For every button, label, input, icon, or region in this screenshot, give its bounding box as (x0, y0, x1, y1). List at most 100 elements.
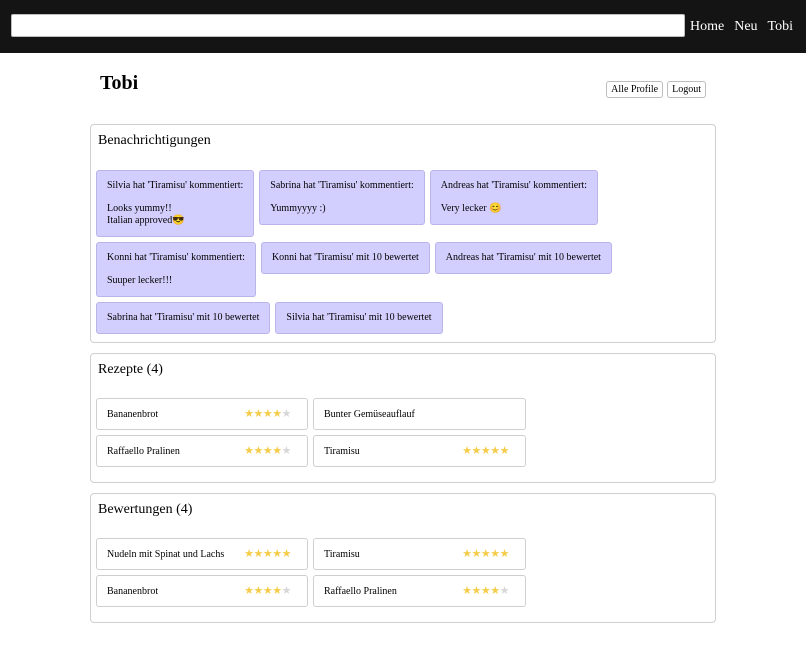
ratings-heading: Bewertungen (4) (98, 502, 193, 517)
notification-card[interactable]: Konni hat 'Tiramisu' mit 10 bewertet (260, 242, 430, 274)
star-icon: ★ (244, 584, 254, 597)
star-icon: ★ (281, 444, 292, 457)
star-icon: ★ (499, 584, 510, 597)
notifications-section: Benachrichtigungen Silvia hat 'Tiramisu'… (90, 124, 716, 343)
nav-link-home[interactable]: Home (690, 19, 724, 35)
notification-comment: Suuper lecker!!! (107, 275, 173, 286)
star-rating: ★ ★ ★ ★ ★ (244, 444, 292, 457)
recipe-card[interactable]: Bananenbrot ★ ★ ★ ★ ★ (96, 398, 308, 430)
star-icon: ★ (480, 584, 491, 597)
notification-card[interactable]: Andreas hat 'Tiramisu' kommentiert: Very … (429, 170, 599, 225)
rating-name: Nudeln mit Spinat und Lachs (107, 548, 225, 560)
rating-name: Raffaello Pralinen (324, 585, 397, 597)
notification-card[interactable]: Konni hat 'Tiramisu' kommentiert: Suuper … (96, 242, 256, 297)
notification-card[interactable]: Sabrina hat 'Tiramisu' mit 10 bewertet (96, 302, 271, 334)
rating-card[interactable]: Tiramisu ★ ★ ★ ★ ★ (313, 538, 526, 570)
star-icon: ★ (272, 444, 282, 457)
recipe-name: Bananenbrot (107, 408, 159, 420)
star-icon: ★ (490, 444, 500, 457)
star-icon: ★ (253, 547, 264, 560)
star-icon: ★ (262, 444, 273, 457)
notification-card[interactable]: Sabrina hat 'Tiramisu' kommentiert: Yummy… (259, 170, 425, 225)
rating-name: Tiramisu (324, 548, 360, 560)
star-icon: ★ (253, 444, 264, 457)
recipes-heading: Rezepte (4) (98, 362, 163, 377)
star-icon: ★ (253, 407, 264, 420)
star-icon: ★ (272, 547, 282, 560)
star-icon: ★ (281, 547, 292, 560)
notification-text: Andreas hat 'Tiramisu' kommentiert: (440, 180, 588, 191)
recipes-grid: Bananenbrot ★ ★ ★ ★ ★ Bunter Gemüseauflauf Raff… (96, 398, 526, 467)
star-icon: ★ (262, 407, 273, 420)
rating-name: Bananenbrot (107, 585, 159, 597)
notification-text: Silvia hat 'Tiramisu' mit 10 bewertet (286, 312, 432, 323)
star-rating: ★ ★ ★ ★ ★ (462, 444, 510, 457)
ratings-section: Bewertungen (4) Nudeln mit Spinat und La… (90, 493, 716, 623)
notification-row: Silvia hat 'Tiramisu' kommentiert: Looks … (96, 170, 710, 237)
top-navbar: Home Neu Tobi (0, 0, 806, 53)
nav-link-profile[interactable]: Tobi (768, 19, 793, 35)
star-icon: ★ (490, 547, 500, 560)
search-input[interactable] (11, 14, 685, 37)
notification-text: Sabrina hat 'Tiramisu' kommentiert: (270, 180, 414, 191)
nav-link-new[interactable]: Neu (734, 19, 757, 35)
star-icon: ★ (490, 584, 500, 597)
rating-card[interactable]: Bananenbrot ★ ★ ★ ★ ★ (96, 575, 308, 607)
notification-text: Silvia hat 'Tiramisu' kommentiert: (107, 180, 244, 191)
rating-card[interactable]: Raffaello Pralinen ★ ★ ★ ★ ★ (313, 575, 526, 607)
star-icon: ★ (281, 407, 292, 420)
recipe-name: Tiramisu (324, 445, 360, 457)
recipe-name: Bunter Gemüseauflauf (324, 408, 415, 420)
ratings-grid: Nudeln mit Spinat und Lachs ★ ★ ★ ★ ★ Tiramisu… (96, 538, 526, 607)
notification-text: Andreas hat 'Tiramisu' mit 10 bewertet (445, 252, 601, 263)
star-icon: ★ (462, 444, 472, 457)
star-icon: ★ (471, 584, 482, 597)
notification-comment: Looks yummy!! Italian approved😎 (107, 203, 185, 226)
notification-card[interactable]: Silvia hat 'Tiramisu' mit 10 bewertet (275, 302, 443, 334)
star-icon: ★ (262, 547, 273, 560)
nav-links: Home Neu Tobi (690, 19, 793, 35)
recipe-card[interactable]: Raffaello Pralinen ★ ★ ★ ★ ★ (96, 435, 308, 467)
notification-text: Sabrina hat 'Tiramisu' mit 10 bewertet (107, 312, 260, 323)
all-profiles-button[interactable]: Alle Profile (606, 81, 664, 98)
profile-actions: Alle Profile Logout (606, 81, 706, 98)
notification-text: Konni hat 'Tiramisu' mit 10 bewertet (271, 252, 419, 263)
star-icon: ★ (480, 547, 491, 560)
recipe-card[interactable]: Bunter Gemüseauflauf (313, 398, 526, 430)
star-icon: ★ (471, 547, 482, 560)
star-icon: ★ (272, 584, 282, 597)
star-icon: ★ (499, 444, 510, 457)
star-icon: ★ (262, 584, 273, 597)
star-icon: ★ (480, 444, 491, 457)
notifications-list: Silvia hat 'Tiramisu' kommentiert: Looks … (96, 170, 710, 339)
notification-text: Konni hat 'Tiramisu' kommentiert: (107, 252, 245, 263)
notification-row: Konni hat 'Tiramisu' kommentiert: Suuper … (96, 242, 710, 297)
star-rating: ★ ★ ★ ★ ★ (244, 584, 292, 597)
notification-comment: Yummyyyy :) (270, 203, 326, 214)
notification-card[interactable]: Silvia hat 'Tiramisu' kommentiert: Looks … (96, 170, 255, 237)
star-icon: ★ (281, 584, 292, 597)
star-icon: ★ (471, 444, 482, 457)
star-icon: ★ (272, 407, 282, 420)
recipe-card[interactable]: Tiramisu ★ ★ ★ ★ ★ (313, 435, 526, 467)
notification-card[interactable]: Andreas hat 'Tiramisu' mit 10 bewertet (434, 242, 612, 274)
recipe-name: Raffaello Pralinen (107, 445, 180, 457)
star-rating: ★ ★ ★ ★ ★ (462, 584, 510, 597)
star-icon: ★ (462, 584, 472, 597)
notification-comment: Very lecker 😊 (440, 203, 502, 214)
star-icon: ★ (244, 407, 254, 420)
page-title: Tobi (100, 72, 139, 94)
star-icon: ★ (253, 584, 264, 597)
star-rating: ★ ★ ★ ★ ★ (462, 547, 510, 560)
logout-button[interactable]: Logout (667, 81, 706, 98)
recipes-section: Rezepte (4) Bananenbrot ★ ★ ★ ★ ★ Bunter Gemüs… (90, 353, 716, 483)
star-rating: ★ ★ ★ ★ ★ (244, 407, 292, 420)
star-icon: ★ (244, 547, 254, 560)
notifications-heading: Benachrichtigungen (98, 133, 211, 148)
star-rating: ★ ★ ★ ★ ★ (244, 547, 292, 560)
star-icon: ★ (462, 547, 472, 560)
rating-card[interactable]: Nudeln mit Spinat und Lachs ★ ★ ★ ★ ★ (96, 538, 308, 570)
star-icon: ★ (244, 444, 254, 457)
star-icon: ★ (499, 547, 510, 560)
notification-row: Sabrina hat 'Tiramisu' mit 10 bewertet Si… (96, 302, 710, 334)
